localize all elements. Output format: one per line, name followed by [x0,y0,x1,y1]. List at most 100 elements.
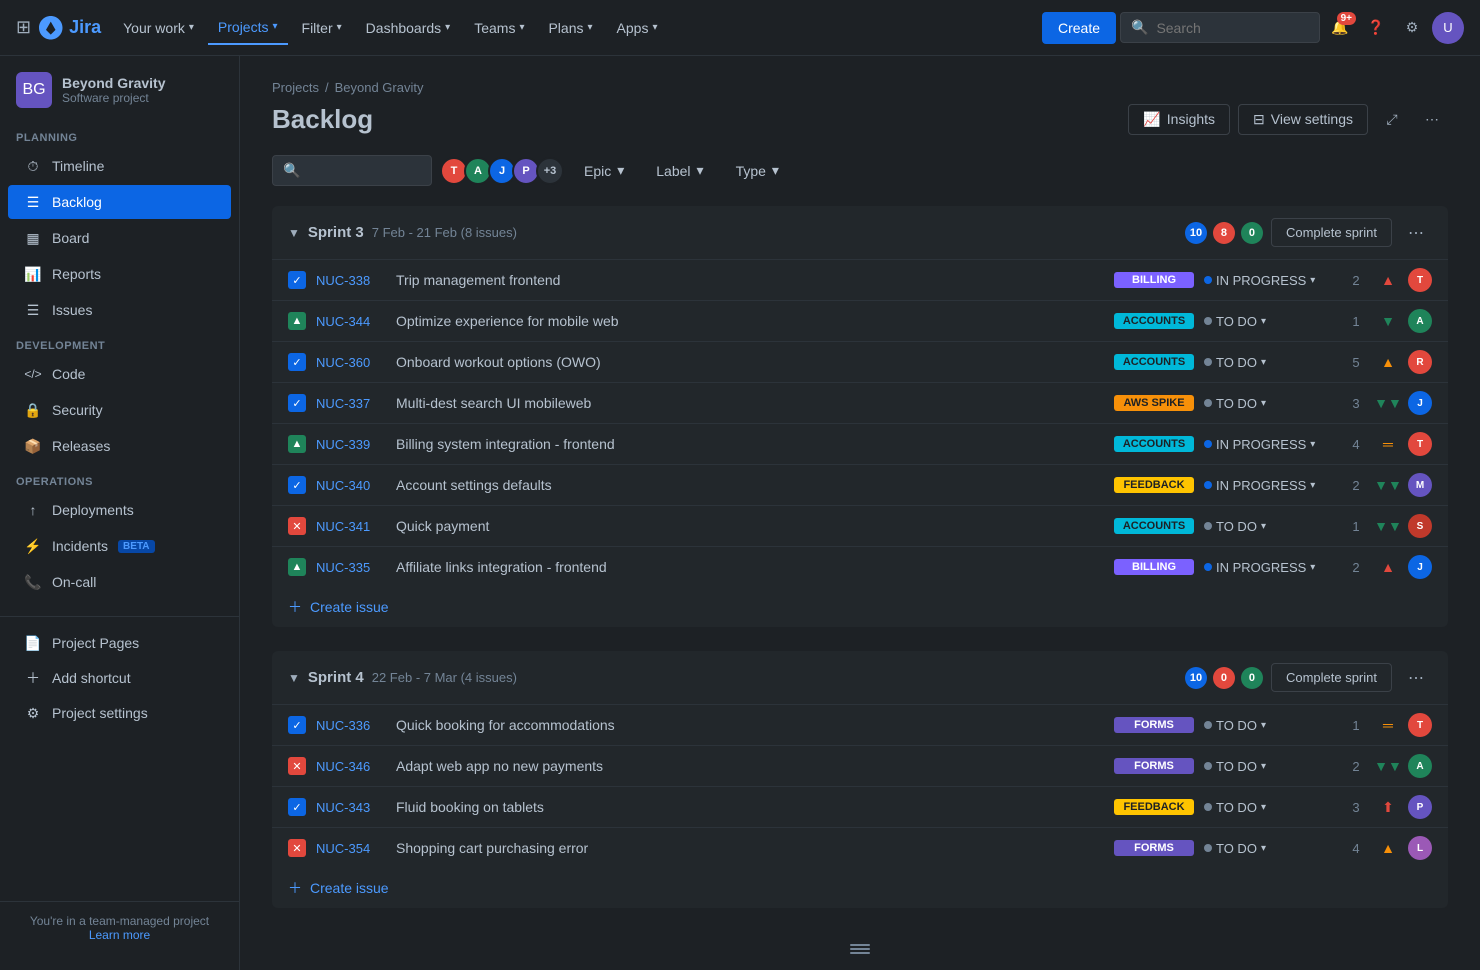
jira-logo[interactable]: Jira [39,16,101,40]
issue-assignee: P [1408,795,1432,819]
issue-row[interactable]: ✓ NUC-337 Multi-dest search UI mobileweb… [272,382,1448,423]
sprint4-complete-button[interactable]: Complete sprint [1271,663,1392,692]
notifications-button[interactable]: 🔔 9+ [1324,12,1356,44]
sidebar-item-timeline[interactable]: ⏱ Timeline [8,149,231,183]
epic-filter[interactable]: Epic ▾ [572,156,636,185]
issue-row[interactable]: ✓ NUC-336 Quick booking for accommodatio… [272,704,1448,745]
issue-row[interactable]: ▲ NUC-344 Optimize experience for mobile… [272,300,1448,341]
issue-search-input[interactable] [306,163,421,179]
issue-row[interactable]: ✕ NUC-341 Quick payment ACCOUNTS TO DO ▾… [272,505,1448,546]
issue-status[interactable]: TO DO ▾ [1204,519,1334,534]
issue-status[interactable]: IN PROGRESS ▾ [1204,478,1334,493]
label-filter[interactable]: Label ▾ [644,156,715,185]
sidebar-item-project-pages[interactable]: 📄 Project Pages [8,626,231,660]
issue-row[interactable]: ✓ NUC-360 Onboard workout options (OWO) … [272,341,1448,382]
board-icon: ▦ [24,229,42,247]
chevron-down-icon: ▾ [189,22,194,33]
issue-status[interactable]: IN PROGRESS ▾ [1204,560,1334,575]
view-settings-button[interactable]: ⊟ View settings [1238,104,1368,135]
nav-apps[interactable]: Apps ▾ [607,12,668,44]
sidebar-item-deployments[interactable]: ↑ Deployments [8,493,231,527]
avatar-group: T A J P +3 [440,157,564,185]
issue-status[interactable]: TO DO ▾ [1204,718,1334,733]
issue-assignee: J [1408,555,1432,579]
issue-row[interactable]: ▲ NUC-339 Billing system integration - f… [272,423,1448,464]
issue-row[interactable]: ✓ NUC-340 Account settings defaults FEED… [272,464,1448,505]
sprint3-create-issue[interactable]: ＋ Create issue [272,587,1448,627]
issue-status[interactable]: TO DO ▾ [1204,355,1334,370]
sidebar-item-add-shortcut[interactable]: ＋ Add shortcut [8,661,231,695]
sidebar: BG Beyond Gravity Software project PLANN… [0,56,240,970]
avatar-extra[interactable]: +3 [536,157,564,185]
sidebar-item-oncall[interactable]: 📞 On-call [8,565,231,599]
issue-type-icon: ✓ [288,394,306,412]
fullscreen-button[interactable]: ⤢ [1376,103,1408,135]
search-box[interactable]: 🔍 [1120,12,1320,43]
sidebar-item-security[interactable]: 🔒 Security [8,393,231,427]
breadcrumb-project-name[interactable]: Beyond Gravity [335,80,424,95]
type-filter[interactable]: Type ▾ [724,156,791,185]
settings-button[interactable]: ⚙ [1396,12,1428,44]
issue-status[interactable]: TO DO ▾ [1204,314,1334,329]
issue-status[interactable]: IN PROGRESS ▾ [1204,273,1334,288]
issue-type-icon: ✓ [288,271,306,289]
sprint4-toggle[interactable]: ▼ [288,671,300,685]
sidebar-item-incidents[interactable]: ⚡ Incidents BETA [8,529,231,563]
status-dot [1204,399,1212,407]
chevron-down-icon: ▾ [772,162,779,179]
sidebar-item-reports[interactable]: 📊 Reports [8,257,231,291]
issue-key: NUC-336 [316,718,386,733]
issues-icon: ☰ [24,301,42,319]
create-button[interactable]: Create [1042,12,1116,44]
sprint3-complete-button[interactable]: Complete sprint [1271,218,1392,247]
sidebar-item-code[interactable]: </> Code [8,357,231,391]
status-dot [1204,844,1212,852]
issue-status[interactable]: TO DO ▾ [1204,759,1334,774]
search-input[interactable] [1156,20,1309,36]
issue-row[interactable]: ✓ NUC-343 Fluid booking on tablets FEEDB… [272,786,1448,827]
chevron-down-icon: ▾ [1310,275,1315,286]
sidebar-item-backlog[interactable]: ☰ Backlog [8,185,231,219]
more-options-button[interactable]: ⋯ [1416,103,1448,135]
nav-plans[interactable]: Plans ▾ [538,12,602,44]
issue-row[interactable]: ✓ NUC-338 Trip management frontend BILLI… [272,259,1448,300]
sprint3-toggle[interactable]: ▼ [288,226,300,240]
issue-row[interactable]: ▲ NUC-335 Affiliate links integration - … [272,546,1448,587]
sidebar-item-project-settings[interactable]: ⚙ Project settings [8,696,231,730]
nav-teams[interactable]: Teams ▾ [464,12,534,44]
status-dot [1204,803,1212,811]
learn-more-link[interactable]: Learn more [89,928,150,942]
insights-button[interactable]: 📈 Insights [1128,104,1230,135]
issue-type-icon: ✕ [288,757,306,775]
resize-handle[interactable] [272,932,1448,966]
breadcrumb-projects-link[interactable]: Projects [272,80,319,95]
issue-assignee: M [1408,473,1432,497]
help-button[interactable]: ❓ [1360,12,1392,44]
issue-row[interactable]: ✕ NUC-354 Shopping cart purchasing error… [272,827,1448,868]
issue-search-box[interactable]: 🔍 [272,155,432,186]
issue-status[interactable]: IN PROGRESS ▾ [1204,437,1334,452]
sidebar-item-issues[interactable]: ☰ Issues [8,293,231,327]
grid-icon[interactable]: ⊞ [16,17,31,38]
issue-type-icon: ✕ [288,839,306,857]
issue-key: NUC-340 [316,478,386,493]
nav-filter[interactable]: Filter ▾ [292,12,352,44]
user-avatar[interactable]: U [1432,12,1464,44]
sprint4-more-button[interactable]: ⋯ [1400,664,1432,692]
issue-row[interactable]: ✕ NUC-346 Adapt web app no new payments … [272,745,1448,786]
logo-text: Jira [69,17,101,38]
sidebar-item-board[interactable]: ▦ Board [8,221,231,255]
sprint4-create-issue[interactable]: ＋ Create issue [272,868,1448,908]
issue-key: NUC-339 [316,437,386,452]
sprint3-more-button[interactable]: ⋯ [1400,219,1432,247]
issue-status[interactable]: TO DO ▾ [1204,841,1334,856]
issue-key: NUC-346 [316,759,386,774]
nav-dashboards[interactable]: Dashboards ▾ [356,12,461,44]
sidebar-item-releases[interactable]: 📦 Releases [8,429,231,463]
nav-projects[interactable]: Projects ▾ [208,11,288,45]
issue-summary: Fluid booking on tablets [396,799,1104,815]
chevron-down-icon: ▾ [272,21,277,32]
nav-your-work[interactable]: Your work ▾ [113,12,204,44]
issue-status[interactable]: TO DO ▾ [1204,800,1334,815]
issue-status[interactable]: TO DO ▾ [1204,396,1334,411]
